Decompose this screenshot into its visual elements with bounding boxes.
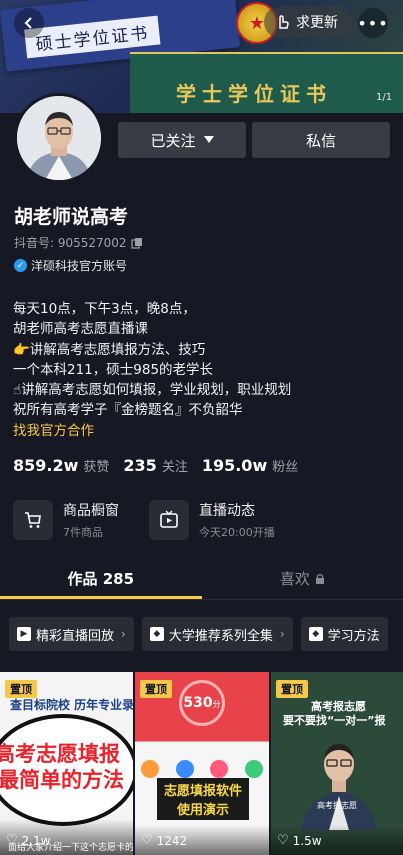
verified-check-icon: ✓ [14,259,27,272]
app-icon [244,760,263,778]
request-update-label: 求更新 [296,15,338,31]
douyin-id-row[interactable]: 抖音号: 905527002 [14,234,143,251]
chevron-right-icon: › [279,627,285,641]
playlist-icon: ▶ [17,627,31,641]
video-grid: 置顶 查目标院校 历年专业录 高考志愿填报 最简单的方法 面给大家介绍一下这个志… [0,672,403,855]
chip-study-methods[interactable]: ◆ 学习方法 [300,617,388,651]
banner-certificate-bachelor: 学士学位证书 [130,52,403,113]
copy-icon[interactable] [130,237,143,249]
heart-icon: ♡ [277,833,289,848]
stat-followers-value: 195.0w [201,456,268,475]
layers-icon: ◆ [308,627,323,641]
video-overlay-title: 志愿填报软件 [163,784,242,799]
more-dots-icon: ••• [357,13,389,33]
back-button[interactable] [14,8,44,38]
chip-label: 学习方法 [327,628,380,644]
douyin-id: 抖音号: 905527002 [14,236,127,250]
banner-page-indicator: 1/1 [376,92,393,103]
video-thumbnail-title: 要不要找“一对一”报 [283,714,386,727]
video-caption: 高考报志愿 [317,801,357,810]
stat-likes-value: 859.2w [13,456,79,475]
video-tile[interactable]: 置顶 高考报志愿 要不要找“一对一”报 高考报志愿 ♡ 1.5w [271,672,403,855]
video-overlay-box: 志愿填报软件 使用演示 [157,778,249,820]
app-icon [141,760,159,778]
video-tile[interactable]: 置顶 530分 志愿填报软件 使用演示 ♡ 1242 [135,672,269,855]
app-icon [175,760,194,778]
caret-down-icon [203,136,214,143]
live-updates-entry[interactable]: 直播动态 今天20:00开播 [149,500,275,540]
heart-icon: ♡ [6,833,18,848]
followed-label: 已关注 [150,131,196,150]
stat-following-label: 关注 [161,460,188,475]
stat-followers-label: 粉丝 [272,460,299,475]
profile-stats: 859.2w 获赞 235 关注 195.0w 粉丝 [13,456,298,475]
heart-icon: ♡ [141,833,153,848]
chevron-right-icon: › [121,627,126,641]
cert-bachelor-text: 学士学位证书 [176,82,332,106]
more-options-button[interactable]: ••• [357,8,389,38]
tab-likes-label: 喜欢 [279,570,310,588]
cart-icon [13,500,53,540]
shop-window-entry[interactable]: 商品橱窗 7件商品 [13,500,119,540]
profile-bio: 每天10点，下午3点，晚8点， 胡老师高考志愿直播课 👉讲解高考志愿填报方法、技… [13,299,291,441]
chip-label: 精彩直播回放 [36,628,115,644]
bio-line: 胡老师高考志愿直播课 [13,321,148,338]
pinned-badge: 置顶 [276,680,308,698]
bio-line: 一个本科211，硕士985的老学长 [13,361,214,378]
stat-likes-label: 获赞 [83,460,110,475]
tab-likes[interactable]: 喜欢 [202,562,403,599]
message-label: 私信 [305,131,336,150]
bio-line: ☝讲解高考志愿如何填报，学业规划，职业规划 [13,382,292,399]
live-tv-icon [149,500,189,540]
cooperation-link[interactable]: 找我官方合作 [13,421,291,441]
stat-followers[interactable]: 195.0w 粉丝 [202,456,298,475]
chip-university-series[interactable]: ◆ 大学推荐系列全集 › [141,617,293,651]
video-likes-count: 1242 [156,833,188,848]
verified-label: 洋硕科技官方账号 [31,259,128,273]
lock-icon [315,573,324,584]
app-buttons-row [141,760,263,778]
tab-works[interactable]: 作品 285 [0,562,202,599]
bio-line: 祝所有高考学子『金榜题名』不负韶华 [13,402,243,419]
shop-window-title: 商品橱窗 [63,503,119,519]
profile-name: 胡老师说高考 [14,206,129,228]
live-updates-title: 直播动态 [199,503,255,519]
verified-badge: ✓ 洋硕科技官方账号 [14,257,127,274]
stat-following-value: 235 [123,456,157,475]
video-overlay-title: 使用演示 [176,803,229,818]
avatar-portrait-icon [17,96,101,180]
message-button[interactable]: 私信 [252,122,390,158]
layers-icon: ◆ [149,627,164,641]
collection-chips: ▶ 精彩直播回放 › ◆ 大学推荐系列全集 › ◆ 学习方法 [9,617,388,651]
request-update-button[interactable]: 求更新 [264,6,352,38]
video-likes: ♡ 1242 [141,833,187,848]
stat-following[interactable]: 235 关注 [123,456,187,475]
video-thumbnail-title: 最简单的方法 [0,768,124,792]
pinned-badge: 置顶 [140,680,172,698]
video-thumbnail-top-text: 查目标院校 历年专业录 [10,698,133,712]
bio-line: 每天10点，下午3点，晚8点， [13,301,196,317]
chip-label: 大学推荐系列全集 [168,628,273,644]
video-likes-count: 2.1w [21,833,51,848]
video-likes-count: 1.5w [292,833,322,848]
chip-live-replay[interactable]: ▶ 精彩直播回放 › [9,617,134,651]
hand-point-icon [279,15,289,29]
app-score-circle: 530分 [179,680,225,726]
chevron-left-icon [24,17,32,29]
followed-button[interactable]: 已关注 [118,122,246,158]
video-tile[interactable]: 置顶 查目标院校 历年专业录 高考志愿填报 最简单的方法 面给大家介绍一下这个志… [0,672,133,855]
profile-tabs: 作品 285 喜欢 [0,562,403,600]
app-icon [210,760,229,778]
bio-line: 👉讲解高考志愿填报方法、技巧 [13,341,206,358]
app-score-value: 530 [183,695,213,711]
live-updates-time: 今天20:00开播 [199,526,275,539]
shop-window-count: 7件商品 [63,526,103,539]
stat-likes: 859.2w 获赞 [13,456,109,475]
video-likes: ♡ 2.1w [6,833,51,848]
app-score-unit: 分 [212,700,221,709]
video-likes: ♡ 1.5w [277,833,322,848]
pinned-badge: 置顶 [5,680,37,698]
avatar[interactable] [14,93,104,183]
presenter-portrait-icon [301,744,377,830]
